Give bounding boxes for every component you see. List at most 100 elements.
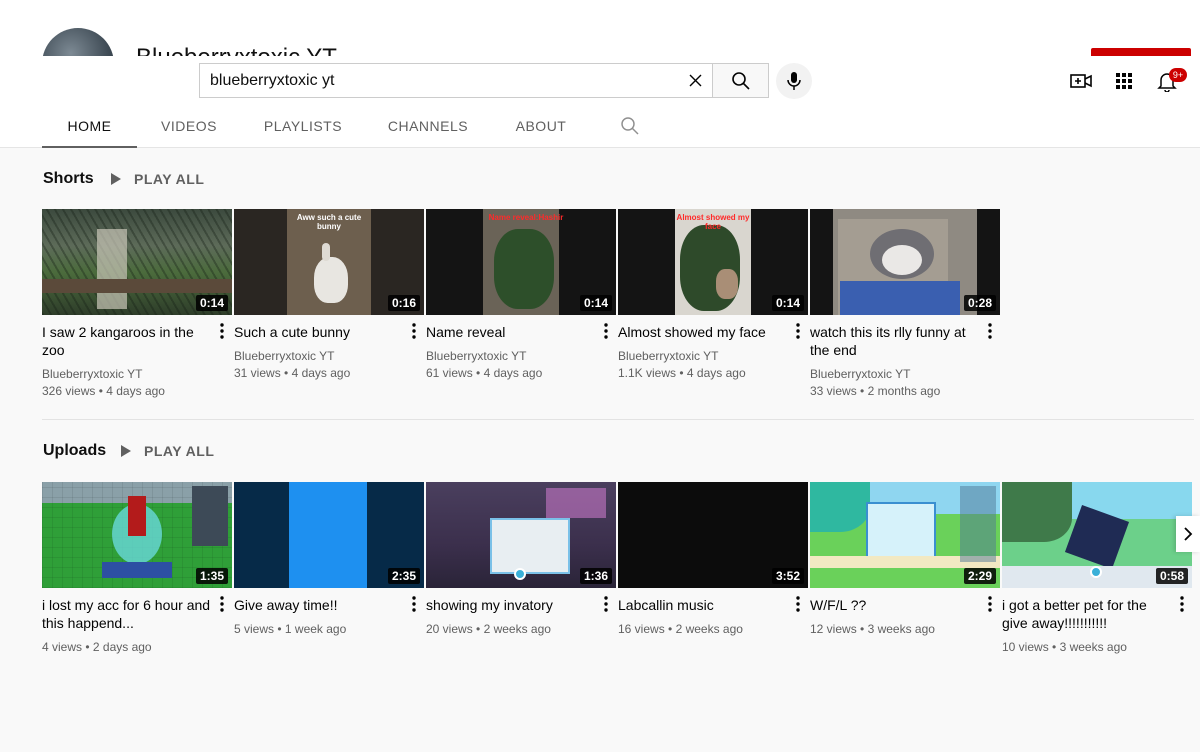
upload-video-card[interactable]: 2:29 W/F/L ?? 12 views • 3 weeks ago <box>810 482 1000 638</box>
video-title[interactable]: watch this its rlly funny at the end <box>810 323 980 359</box>
notification-count-badge: 9+ <box>1169 68 1187 82</box>
video-meta: 1.1K views • 4 days ago <box>618 366 746 380</box>
video-age: 2 weeks ago <box>483 622 551 636</box>
short-video-card[interactable]: 0:28 watch this its rlly funny at the en… <box>810 209 1000 400</box>
tab-videos[interactable]: VIDEOS <box>150 106 228 148</box>
video-title[interactable]: Give away time!! <box>234 596 404 614</box>
short-video-card[interactable]: 0:14 I saw 2 kangaroos in the zoo Bluebe… <box>42 209 232 400</box>
video-meta: 61 views • 4 days ago <box>426 366 543 380</box>
section-divider <box>42 419 1194 420</box>
video-age: 4 days ago <box>483 366 543 380</box>
search-button[interactable] <box>712 63 769 98</box>
more-options-icon[interactable] <box>788 594 808 614</box>
tab-playlists[interactable]: PLAYLISTS <box>258 106 348 148</box>
upload-video-card[interactable]: 1:36 showing my invatory 20 views • 2 we… <box>426 482 616 638</box>
video-duration: 0:14 <box>195 295 228 311</box>
video-title[interactable]: W/F/L ?? <box>810 596 980 614</box>
video-age: 3 weeks ago <box>1059 640 1127 654</box>
video-age: 4 days ago <box>686 366 746 380</box>
masthead: 9+ <box>0 56 1200 106</box>
video-age: 2 days ago <box>92 640 152 654</box>
video-thumbnail[interactable]: Almost showed my face 0:14 <box>618 209 808 315</box>
video-title[interactable]: I saw 2 kangaroos in the zoo <box>42 323 212 359</box>
video-thumbnail[interactable]: 2:29 <box>810 482 1000 588</box>
video-thumbnail[interactable]: 3:52 <box>618 482 808 588</box>
thumbnail-caption: Name reveal:Hashir <box>488 213 564 222</box>
video-thumbnail[interactable]: 0:28 <box>810 209 1000 315</box>
more-options-icon[interactable] <box>1172 594 1192 614</box>
more-options-icon[interactable] <box>788 321 808 341</box>
video-channel-name[interactable]: Blueberryxtoxic YT <box>426 348 616 364</box>
upload-video-card[interactable]: 3:52 Labcallin music 16 views • 2 weeks … <box>618 482 808 638</box>
video-views: 61 views <box>426 366 473 380</box>
video-age: 2 weeks ago <box>675 622 743 636</box>
video-views: 31 views <box>234 366 281 380</box>
search-icon <box>731 71 750 90</box>
video-thumbnail[interactable]: Name reveal:Hashir 0:14 <box>426 209 616 315</box>
uploads-play-all-button[interactable]: PLAY ALL <box>120 443 214 459</box>
search-box[interactable] <box>199 63 712 98</box>
video-thumbnail[interactable]: 1:36 <box>426 482 616 588</box>
more-options-icon[interactable] <box>212 594 232 614</box>
video-views: 33 views <box>810 384 857 398</box>
video-title[interactable]: i got a better pet for the give away!!!!… <box>1002 596 1172 632</box>
tab-home[interactable]: HOME <box>42 106 137 148</box>
video-meta: 10 views • 3 weeks ago <box>1002 640 1127 654</box>
video-meta: 5 views • 1 week ago <box>234 622 347 636</box>
video-thumbnail[interactable]: 0:58 <box>1002 482 1192 588</box>
video-duration: 2:35 <box>387 568 420 584</box>
channel-search-icon[interactable] <box>620 116 640 136</box>
video-thumbnail[interactable]: 1:35 <box>42 482 232 588</box>
video-title[interactable]: Such a cute bunny <box>234 323 404 341</box>
video-thumbnail[interactable]: 2:35 <box>234 482 424 588</box>
chevron-right-icon <box>1184 527 1193 541</box>
shorts-play-all-button[interactable]: PLAY ALL <box>110 171 204 187</box>
video-views: 4 views <box>42 640 83 654</box>
more-options-icon[interactable] <box>404 321 424 341</box>
video-channel-name[interactable]: Blueberryxtoxic YT <box>618 348 808 364</box>
short-video-card[interactable]: Almost showed my face 0:14 Almost showed… <box>618 209 808 382</box>
tab-channels[interactable]: CHANNELS <box>382 106 474 148</box>
more-options-icon[interactable] <box>596 594 616 614</box>
video-channel-name[interactable]: Blueberryxtoxic YT <box>810 366 1000 382</box>
uploads-section-title: Uploads <box>43 442 107 459</box>
search-input[interactable] <box>210 64 680 97</box>
upload-video-card[interactable]: 1:35 i lost my acc for 6 hour and this h… <box>42 482 232 656</box>
more-options-icon[interactable] <box>596 321 616 341</box>
short-video-card[interactable]: Name reveal:Hashir 0:14 Name reveal Blue… <box>426 209 616 382</box>
tab-about[interactable]: ABOUT <box>508 106 574 148</box>
upload-video-card[interactable]: 0:58 i got a better pet for the give awa… <box>1002 482 1192 656</box>
short-video-card[interactable]: Aww such a cute bunny 0:16 Such a cute b… <box>234 209 424 382</box>
video-views: 16 views <box>618 622 665 636</box>
video-title[interactable]: i lost my acc for 6 hour and this happen… <box>42 596 212 632</box>
video-channel-name[interactable]: Blueberryxtoxic YT <box>234 348 424 364</box>
video-views: 1.1K views <box>618 366 677 380</box>
upload-video-card[interactable]: 2:35 Give away time!! 5 views • 1 week a… <box>234 482 424 638</box>
video-thumbnail[interactable]: 0:14 <box>42 209 232 315</box>
video-thumbnail[interactable]: Aww such a cute bunny 0:16 <box>234 209 424 315</box>
video-age: 1 week ago <box>284 622 347 636</box>
create-video-icon[interactable] <box>1069 69 1093 93</box>
voice-search-button[interactable] <box>776 63 812 99</box>
video-title[interactable]: showing my invatory <box>426 596 596 614</box>
video-views: 10 views <box>1002 640 1049 654</box>
video-meta: 12 views • 3 weeks ago <box>810 622 935 636</box>
video-duration: 1:35 <box>195 568 228 584</box>
play-all-label: PLAY ALL <box>134 171 205 187</box>
video-duration: 0:28 <box>963 295 996 311</box>
shorts-section-title: Shorts <box>43 170 94 187</box>
video-title[interactable]: Almost showed my face <box>618 323 788 341</box>
uploads-next-arrow[interactable] <box>1176 516 1200 552</box>
video-meta: 31 views • 4 days ago <box>234 366 351 380</box>
video-channel-name[interactable]: Blueberryxtoxic YT <box>42 366 232 382</box>
video-title[interactable]: Labcallin music <box>618 596 788 614</box>
more-options-icon[interactable] <box>404 594 424 614</box>
more-options-icon[interactable] <box>980 321 1000 341</box>
more-options-icon[interactable] <box>212 321 232 341</box>
video-title[interactable]: Name reveal <box>426 323 596 341</box>
clear-icon[interactable] <box>687 72 704 89</box>
apps-grid-icon[interactable] <box>1112 69 1136 93</box>
more-options-icon[interactable] <box>980 594 1000 614</box>
video-meta: 4 views • 2 days ago <box>42 640 152 654</box>
video-views: 5 views <box>234 622 275 636</box>
